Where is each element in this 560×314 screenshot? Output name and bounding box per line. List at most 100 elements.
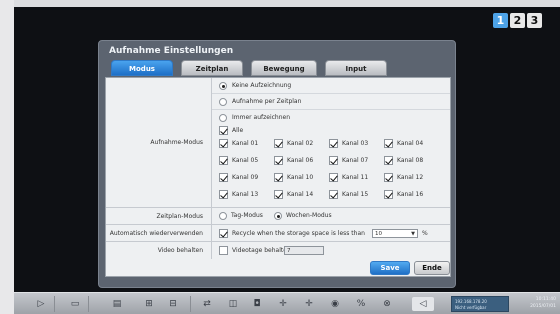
page-1-button[interactable]: 1 [493,13,508,28]
channel-label: Kanal 05 [232,157,259,164]
channel-label: Kanal 09 [232,174,259,181]
channel-label: Kanal 04 [397,140,424,147]
sequence-icon[interactable]: ⇄ [200,297,214,311]
ptz-icon[interactable]: ✛ [276,297,290,311]
channel-label: Kanal 14 [287,191,314,198]
checkbox-keep-video[interactable] [219,246,228,255]
clock: 10:11:40 2015/07/01 [516,296,556,310]
keep-days-value: 7 [287,248,291,254]
pip-icon[interactable]: ◫ [226,297,240,311]
top-strip [14,0,560,7]
radio-wochen-modus[interactable] [274,212,282,220]
quad-view-icon[interactable]: ⊞ [142,297,156,311]
channel-label: Kanal 16 [397,191,424,198]
channel-checkbox[interactable] [274,139,283,148]
status-line-1: 192.168.178.20 [455,299,487,304]
channel-checkbox[interactable] [329,139,338,148]
channel-checkbox[interactable] [384,173,393,182]
channel-label: Kanal 06 [287,157,314,164]
network-status: 192.168.178.20 Nicht verfügbar [451,296,509,312]
channel-checkbox[interactable] [274,173,283,182]
option-tag-modus-label: Tag-Modus [231,212,263,219]
end-button[interactable]: Ende [414,261,450,275]
status-line-2: Nicht verfügbar [455,305,487,310]
chevron-down-icon: ▼ [411,231,415,237]
channel-checkbox[interactable] [329,190,338,199]
clock-date: 2015/07/01 [530,304,556,309]
keep-video-label: Video behalten [106,242,212,259]
channel-checkbox[interactable] [219,173,228,182]
channel-label: Kanal 01 [232,140,259,147]
stop-icon[interactable]: ⊗ [380,297,394,311]
channel-checkbox[interactable] [384,190,393,199]
keep-video-text: Videotage behalten [232,247,291,254]
channel-label: Kanal 08 [397,157,424,164]
option-wochen-modus-label: Wochen-Modus [286,212,332,219]
schedule-mode-label: Zeitplan-Modus [106,208,212,224]
channel-checkbox[interactable] [219,190,228,199]
option-aufnahme-per-zeitplan-label: Aufnahme per Zeitplan [232,98,302,105]
channel-label: Kanal 02 [287,140,314,147]
recording-settings-dialog: Aufnahme Einstellungen Modus Zeitplan Be… [98,40,456,288]
keep-video-row: Video behalten Videotage behalten 7 [106,242,450,259]
recycle-threshold-value: 10 [375,231,382,237]
channel-checkbox[interactable] [329,173,338,182]
page-3-button[interactable]: 3 [527,13,542,28]
checkbox-alle[interactable] [219,126,228,135]
snapshot-icon[interactable]: ◘ [250,297,264,311]
tab-input[interactable]: Input [325,60,387,76]
zoom-icon[interactable]: ✛ [302,297,316,311]
channel-checkbox[interactable] [219,156,228,165]
color-icon[interactable]: % [354,297,368,311]
settings-panel: Aufnahme-Modus Keine Aufzeichnung Aufnah… [105,77,451,277]
channel-label: Kanal 13 [232,191,259,198]
checkbox-recycle[interactable] [219,229,228,238]
option-immer-aufzeichnen-label: Immer aufzeichnen [232,114,291,121]
radio-immer-aufzeichnen[interactable] [219,114,227,122]
overwrite-label: Automatisch wiederverwenden [106,225,212,241]
channel-label: Kanal 07 [342,157,369,164]
radio-aufnahme-per-zeitplan[interactable] [219,98,227,106]
channel-checkbox[interactable] [384,139,393,148]
channel-label: Kanal 11 [342,174,369,181]
page-2-button[interactable]: 2 [510,13,525,28]
dvr-screen: 1 2 3 Aufnahme Einstellungen Modus Zeitp… [0,0,560,314]
single-view-icon[interactable]: ▭ [68,297,82,311]
overwrite-row: Automatisch wiederverwenden Recycle when… [106,225,450,242]
tab-modus[interactable]: Modus [111,60,173,76]
checkbox-alle-label: Alle [232,127,244,134]
recording-mode-row: Aufnahme-Modus Keine Aufzeichnung Aufnah… [106,78,450,208]
radio-tag-modus[interactable] [219,212,227,220]
dialog-title: Aufnahme Einstellungen [109,46,234,56]
tab-bar: Modus Zeitplan Bewegung Input [109,60,449,76]
channel-checkbox[interactable] [219,139,228,148]
grid-view-icon[interactable]: ⊟ [166,297,180,311]
record-icon[interactable]: ◉ [328,297,342,311]
channel-checkbox[interactable] [384,156,393,165]
channel-label: Kanal 15 [342,191,369,198]
channel-checkbox[interactable] [329,156,338,165]
tab-bewegung[interactable]: Bewegung [251,60,317,76]
playback-icon[interactable]: ▷ [34,297,48,311]
tab-zeitplan[interactable]: Zeitplan [181,60,243,76]
left-bezel [0,0,14,314]
taskbar: ▷ ▭ ▤ ⊞ ⊟ ⇄ ◫ ◘ ✛ ✛ ◉ % ⊗ ◁ 192.168.178.… [14,292,560,314]
schedule-mode-row: Zeitplan-Modus Tag-Modus Wochen-Modus [106,208,450,225]
save-button[interactable]: Save [370,261,410,275]
channel-label: Kanal 03 [342,140,369,147]
channel-label: Kanal 12 [397,174,424,181]
channel-label: Kanal 10 [287,174,314,181]
recycle-threshold-select[interactable]: 10 ▼ [372,229,418,238]
audio-icon[interactable]: ◁ [412,297,434,311]
option-keine-aufzeichnung-label: Keine Aufzeichnung [232,82,292,89]
channel-checkbox[interactable] [274,190,283,199]
channel-checkbox[interactable] [274,156,283,165]
recycle-unit: % [422,230,428,237]
layout-menu-icon[interactable]: ▤ [110,297,124,311]
page-indicator: 1 2 3 [493,13,542,28]
radio-keine-aufzeichnung[interactable] [219,82,227,90]
recycle-text: Recycle when the storage space is less t… [232,230,365,237]
clock-time: 10:11:40 [535,297,556,302]
recording-mode-label: Aufnahme-Modus [106,78,212,207]
keep-days-input[interactable]: 7 [284,246,324,255]
